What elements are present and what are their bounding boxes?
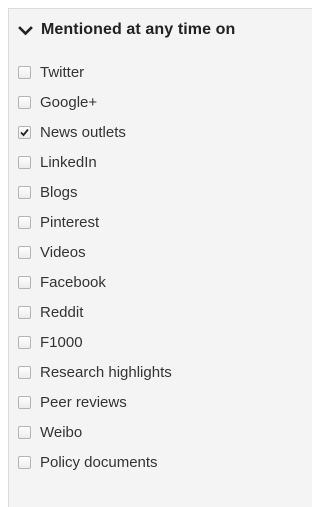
filter-option-policy-documents[interactable]: Policy documents	[18, 447, 172, 477]
filter-option-reddit[interactable]: Reddit	[18, 297, 172, 327]
filter-option-label: Videos	[40, 243, 86, 261]
filter-option-label: Facebook	[40, 273, 106, 291]
checkbox[interactable]	[18, 65, 31, 79]
checkbox[interactable]	[18, 365, 31, 379]
filter-option-google-plus[interactable]: Google+	[18, 87, 172, 117]
filter-option-label: Policy documents	[40, 453, 158, 471]
checkbox[interactable]	[18, 455, 31, 469]
filter-option-f1000[interactable]: F1000	[18, 327, 172, 357]
checkbox[interactable]	[18, 425, 31, 439]
checkbox[interactable]	[18, 335, 31, 349]
filter-options-list: Twitter Google+ News outlets LinkedIn Bl…	[18, 57, 172, 477]
checkbox[interactable]	[18, 215, 31, 229]
filter-option-label: Reddit	[40, 303, 84, 321]
filter-option-research-highlights[interactable]: Research highlights	[18, 357, 172, 387]
filter-option-label: Peer reviews	[40, 393, 127, 411]
checkbox[interactable]	[18, 395, 31, 409]
filter-option-linkedin[interactable]: LinkedIn	[18, 147, 172, 177]
filter-option-label: F1000	[40, 333, 83, 351]
checkbox[interactable]	[18, 125, 31, 139]
checkbox[interactable]	[18, 95, 31, 109]
filter-option-label: Twitter	[40, 63, 85, 81]
filter-option-label: Blogs	[40, 183, 78, 201]
filter-option-videos[interactable]: Videos	[18, 237, 172, 267]
checkbox[interactable]	[18, 245, 31, 259]
filter-option-label: Research highlights	[40, 363, 172, 381]
checkbox[interactable]	[18, 185, 31, 199]
filter-option-twitter[interactable]: Twitter	[18, 57, 172, 87]
checkbox[interactable]	[18, 305, 31, 319]
filter-option-peer-reviews[interactable]: Peer reviews	[18, 387, 172, 417]
checkbox[interactable]	[18, 275, 31, 289]
filter-option-label: LinkedIn	[40, 153, 97, 171]
filter-section-title: Mentioned at any time on	[41, 21, 236, 38]
filter-option-label: Weibo	[40, 423, 83, 441]
chevron-down-icon	[18, 23, 33, 38]
checkbox[interactable]	[18, 155, 31, 169]
filter-option-label: News outlets	[40, 123, 126, 141]
filter-option-news-outlets[interactable]: News outlets	[18, 117, 172, 147]
filter-section-toggle[interactable]: Mentioned at any time on	[18, 18, 235, 42]
filter-option-weibo[interactable]: Weibo	[18, 417, 172, 447]
filter-option-label: Pinterest	[40, 213, 100, 231]
filter-option-label: Google+	[40, 93, 98, 111]
filter-option-pinterest[interactable]: Pinterest	[18, 207, 172, 237]
filter-option-blogs[interactable]: Blogs	[18, 177, 172, 207]
filter-option-facebook[interactable]: Facebook	[18, 267, 172, 297]
